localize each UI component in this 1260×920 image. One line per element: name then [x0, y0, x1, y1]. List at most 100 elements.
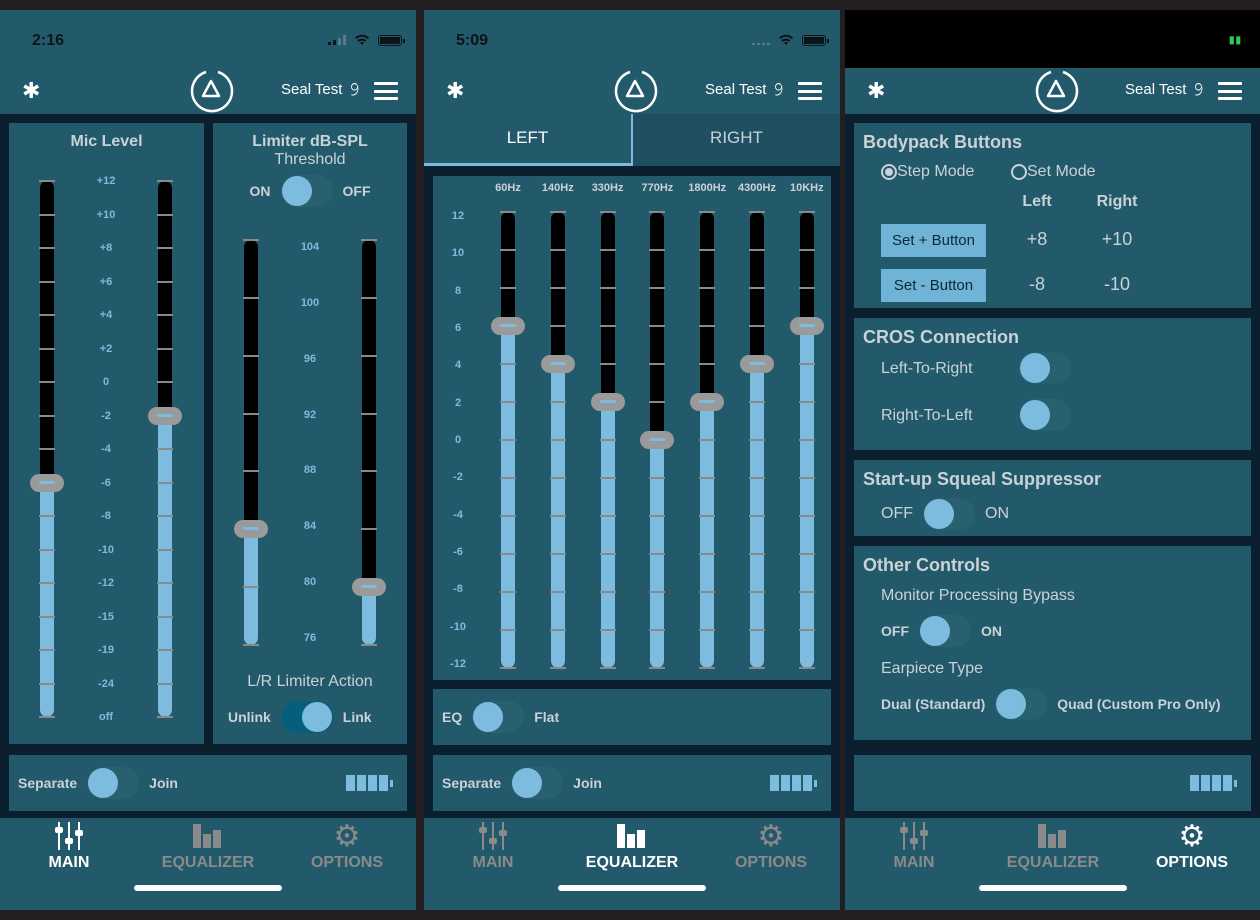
eq-band-slider[interactable]	[789, 211, 824, 669]
separate-join-toggle[interactable]	[511, 767, 564, 799]
bypass-toggle[interactable]	[919, 615, 971, 647]
mic-level-left-slider[interactable]	[30, 180, 64, 718]
slider-thumb[interactable]	[789, 317, 824, 335]
limiter-toggle[interactable]	[280, 175, 333, 207]
slider-thumb[interactable]	[491, 317, 525, 335]
toggle-knob	[281, 176, 312, 206]
seal-test-button[interactable]: Seal Test 𝟿	[705, 79, 784, 100]
slider-thumb[interactable]	[740, 355, 774, 373]
mic-level-right-slider[interactable]	[148, 180, 182, 718]
tab-equalizer[interactable]: EQUALIZER	[139, 820, 277, 872]
toggle-knob	[924, 499, 954, 529]
eq-band-slider[interactable]	[690, 211, 725, 669]
slider-tick	[157, 347, 173, 350]
squeal-toggle[interactable]	[923, 498, 975, 530]
slider-thumb[interactable]	[352, 578, 386, 597]
slider-thumb[interactable]	[540, 355, 575, 373]
seal-test-button[interactable]: Seal Test 𝟿	[281, 79, 360, 100]
slider-thumb[interactable]	[30, 473, 64, 492]
tab-options[interactable]: ⚙ OPTIONS	[278, 820, 416, 872]
tab-left[interactable]: LEFT	[424, 114, 633, 166]
slider-tick	[549, 325, 566, 327]
mic-scale-label: -2	[101, 409, 111, 422]
bluetooth-icon[interactable]: ✱	[867, 78, 885, 104]
step-mode-label: Step Mode	[897, 163, 975, 180]
slider-tick	[500, 249, 516, 251]
right-to-left-toggle[interactable]	[1019, 399, 1071, 431]
slider-tick	[599, 439, 616, 441]
limiter-right-slider[interactable]	[352, 239, 386, 646]
eq-band-slider[interactable]	[491, 211, 525, 669]
slider-tick	[39, 213, 55, 216]
earpiece-toggle[interactable]	[995, 688, 1048, 720]
slider-tick	[243, 644, 259, 646]
eq-band-label: 10KHz	[789, 182, 824, 194]
seal-test-button[interactable]: Seal Test 𝟿	[1125, 79, 1204, 100]
mic-scale-label: +10	[96, 208, 116, 221]
tab-equalizer[interactable]: EQUALIZER	[984, 820, 1122, 872]
slider-thumb[interactable]	[640, 431, 675, 449]
hamburger-menu-icon[interactable]	[374, 82, 398, 100]
right-to-left-label: Right-To-Left	[881, 407, 973, 424]
slider-thumb[interactable]	[590, 393, 625, 411]
eq-band-slider[interactable]	[740, 211, 774, 669]
tab-main[interactable]: MAIN	[424, 820, 562, 872]
slider-tick	[749, 439, 765, 441]
slider-tick	[157, 682, 173, 685]
set-minus-button[interactable]: Set - Button	[881, 269, 986, 302]
set-plus-button[interactable]: Set + Button	[881, 224, 986, 257]
slider-tick	[39, 381, 55, 383]
flat-label: Flat	[534, 709, 560, 725]
tab-main[interactable]: MAIN	[0, 820, 138, 872]
tab-equalizer[interactable]: EQUALIZER	[563, 820, 701, 872]
wifi-icon	[779, 34, 793, 45]
slider-thumb[interactable]	[690, 393, 725, 411]
home-indicator[interactable]	[558, 885, 706, 891]
slider-tick	[749, 591, 765, 593]
slider-tick	[157, 548, 173, 551]
options-screen: ▮▮ ✱ Seal Test 𝟿 Bodypack Buttons Step Mo…	[845, 10, 1260, 910]
eq-band-slider[interactable]	[640, 211, 675, 669]
hamburger-menu-icon[interactable]	[1218, 82, 1242, 100]
gear-icon: ⚙	[333, 819, 361, 853]
eq-band-label: 140Hz	[541, 182, 574, 194]
separate-join-toggle[interactable]	[87, 767, 140, 799]
step-mode-radio[interactable]: Step Mode	[881, 163, 974, 181]
slider-tick	[599, 211, 616, 213]
eq-scale-label: -6	[453, 546, 463, 558]
slider-tick	[798, 477, 815, 479]
slider-thumb[interactable]	[148, 406, 182, 425]
join-label: Join	[573, 775, 602, 791]
tab-main-label: MAIN	[893, 854, 935, 871]
slider-thumb[interactable]	[234, 520, 268, 539]
home-indicator[interactable]	[979, 885, 1127, 891]
slider-tick	[361, 354, 377, 357]
home-indicator[interactable]	[134, 885, 282, 891]
eq-band-slider[interactable]	[540, 211, 575, 669]
eq-flat-toggle[interactable]	[472, 701, 525, 733]
slider-tick	[549, 591, 566, 593]
slider-tick	[699, 211, 716, 213]
bluetooth-icon[interactable]: ✱	[446, 78, 464, 104]
toggle-knob	[301, 702, 332, 732]
slider-tick	[39, 548, 55, 551]
slider-tick	[749, 477, 765, 479]
hamburger-menu-icon[interactable]	[798, 82, 822, 100]
eq-band-slider[interactable]	[590, 211, 625, 669]
limiter-left-slider[interactable]	[234, 239, 268, 646]
bluetooth-icon[interactable]: ✱	[22, 78, 40, 104]
tab-options[interactable]: ⚙ OPTIONS	[1123, 820, 1260, 872]
tab-right[interactable]: RIGHT	[633, 114, 840, 166]
mic-scale-label: -24	[98, 677, 114, 690]
slider-tick	[749, 515, 765, 517]
tab-main[interactable]: MAIN	[845, 820, 983, 872]
slider-tick	[649, 211, 666, 213]
slider-tick	[243, 239, 259, 241]
tab-options[interactable]: ⚙ OPTIONS	[702, 820, 840, 872]
lr-link-toggle[interactable]	[280, 701, 333, 733]
eq-band-label: 4300Hz	[738, 182, 776, 194]
limiter-panel: Limiter dB-SPL Threshold ON OFF 104 100 96…	[213, 123, 407, 744]
left-to-right-toggle[interactable]	[1019, 352, 1071, 384]
set-mode-radio[interactable]: Set Mode	[1011, 163, 1095, 181]
equalizer-bars-icon	[193, 824, 221, 848]
